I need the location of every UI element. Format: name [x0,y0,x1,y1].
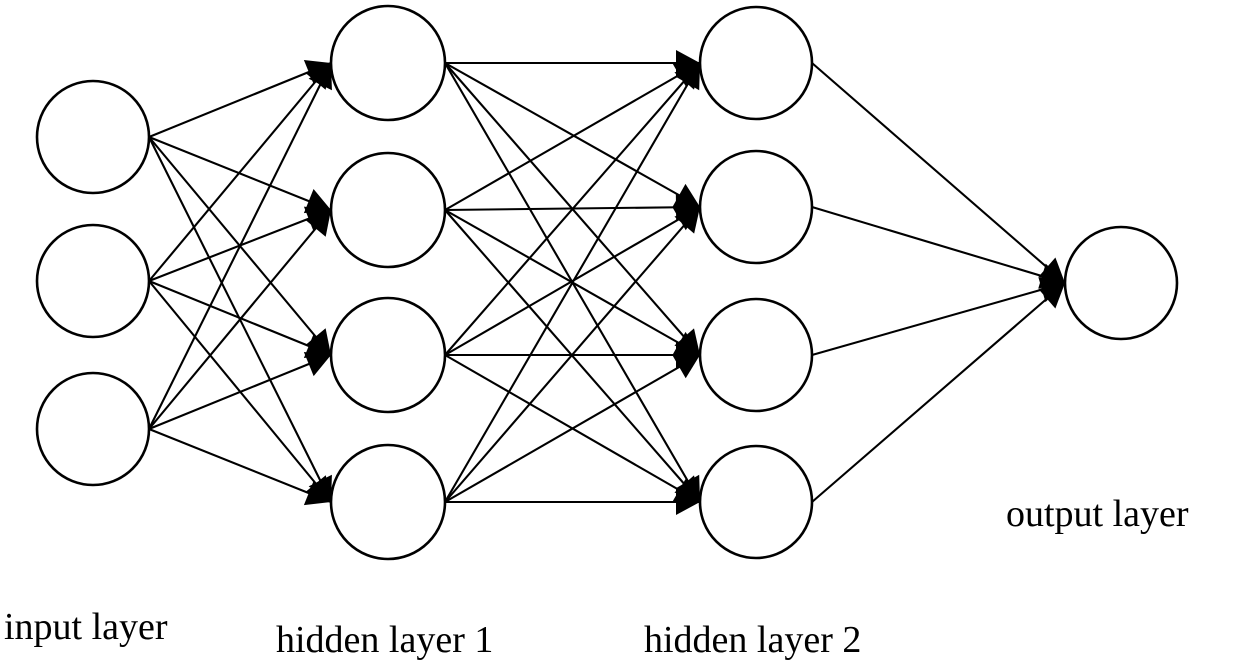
neuron-node-input-2 [35,223,151,339]
arrowheads-group [303,50,1065,515]
neuron-node-hidden1-4 [329,443,447,561]
connection-edge [148,62,332,138]
connection-edge [148,62,332,430]
connection-edge [148,354,332,430]
connection-edge [148,428,332,503]
neuron-node-output-1 [1063,225,1179,341]
layer-label-hidden-2: hidden layer 2 [644,619,862,661]
neuron-node-hidden2-4 [698,444,814,560]
neuron-node-hidden1-3 [329,296,447,414]
neuron-node-hidden1-2 [329,151,447,269]
layer-label-input: input layer [4,606,168,648]
nodes-group [35,4,1179,561]
neuron-node-hidden1-1 [329,4,447,122]
layer-label-output: output layer [1006,493,1189,535]
neuron-node-input-3 [35,371,151,487]
connection-edge [811,282,1066,503]
connection-edge [811,205,1066,285]
neuron-node-hidden2-1 [698,5,814,121]
neural-network-diagram: input layer hidden layer 1 hidden layer … [0,0,1239,671]
layer-label-hidden-1: hidden layer 1 [276,619,494,661]
neuron-node-hidden2-3 [698,297,814,413]
connection-edge [148,209,332,430]
connection-edge [811,281,1066,357]
network-canvas [35,4,1179,561]
connection-edge [811,62,1066,284]
neuron-node-input-1 [35,79,151,195]
neuron-node-hidden2-2 [698,149,814,265]
edges-group [148,61,1066,504]
